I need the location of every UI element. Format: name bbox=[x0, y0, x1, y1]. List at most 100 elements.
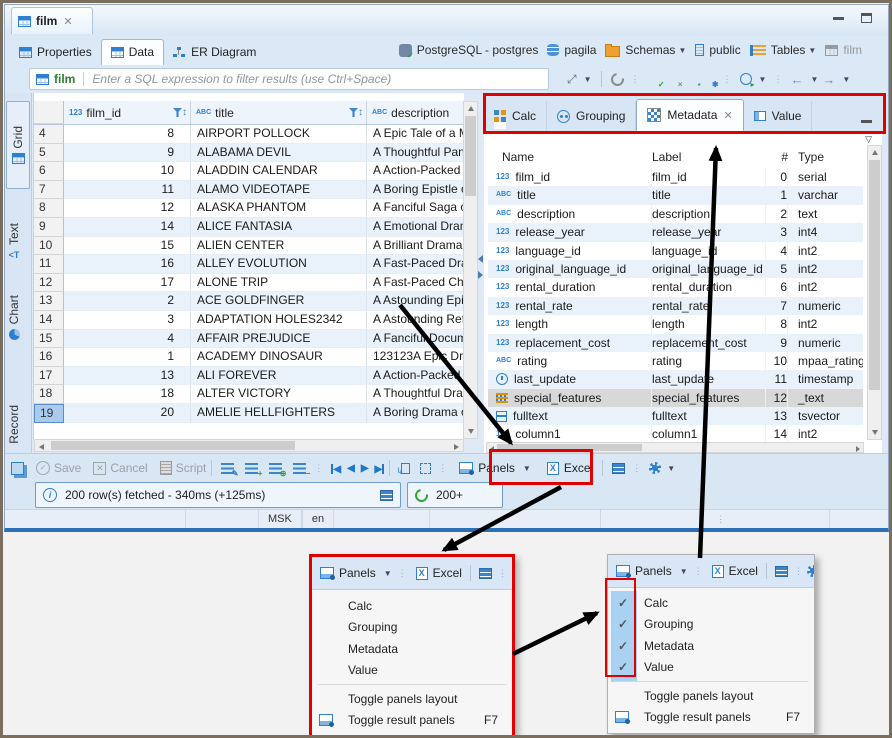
row-number-cell[interactable]: 19 bbox=[34, 404, 64, 423]
description-cell[interactable]: A Fast-Paced Cha bbox=[367, 274, 464, 293]
column-header-film-id[interactable]: 123 film_id ↕ bbox=[64, 101, 191, 124]
row-number-cell[interactable]: 6 bbox=[34, 162, 64, 181]
type-cell[interactable]: int2 bbox=[788, 278, 863, 296]
row-number-cell[interactable]: 9 bbox=[34, 218, 64, 237]
menu-item-calc[interactable]: Calc bbox=[312, 595, 512, 617]
refresh-icon[interactable] bbox=[608, 70, 626, 88]
row-number-cell[interactable]: 4 bbox=[34, 125, 64, 144]
description-cell[interactable]: A Fast-Paced Dram bbox=[367, 255, 464, 274]
column-header-type[interactable]: Type bbox=[788, 150, 863, 168]
settings-gear-icon[interactable] bbox=[649, 462, 661, 474]
minimize-panel-icon[interactable] bbox=[861, 120, 872, 123]
menu-item-metadata[interactable]: Metadata bbox=[312, 638, 512, 660]
name-cell[interactable]: 123rental_rate bbox=[488, 297, 652, 315]
metadata-row[interactable]: 123release_yearrelease_year3int4 bbox=[488, 223, 863, 241]
label-cell[interactable]: fulltext bbox=[652, 407, 766, 425]
scroll-left-icon[interactable] bbox=[490, 446, 494, 452]
type-cell[interactable]: numeric bbox=[788, 334, 863, 352]
panel-menu-chevron-icon[interactable]: ▽ bbox=[865, 134, 872, 145]
column-header-name[interactable]: Name bbox=[488, 150, 652, 168]
title-cell[interactable]: ALICE FANTASIA bbox=[191, 218, 367, 237]
chevron-down-icon[interactable]: ▼ bbox=[667, 464, 675, 473]
name-cell[interactable]: fulltext bbox=[488, 407, 652, 425]
fetch-all-rows-icon[interactable] bbox=[420, 463, 431, 474]
close-panel-icon[interactable]: ✕ bbox=[723, 109, 732, 122]
ordinal-cell[interactable]: 1 bbox=[766, 186, 788, 204]
tab-er-diagram[interactable]: ER Diagram bbox=[164, 40, 265, 65]
menu-item-toggle-result-panels[interactable]: Toggle result panelsF7 bbox=[312, 710, 512, 732]
filter-sort-icon[interactable]: ↕ bbox=[349, 107, 363, 118]
column-header-num[interactable]: # bbox=[766, 150, 788, 168]
title-cell[interactable]: ALONE TRIP bbox=[191, 274, 367, 293]
label-cell[interactable]: release_year bbox=[652, 223, 766, 241]
menu-item-grouping[interactable]: ✓Grouping bbox=[608, 614, 814, 636]
description-cell[interactable]: A Astounding Ref bbox=[367, 311, 464, 330]
save-button[interactable]: ✓Save bbox=[36, 461, 81, 475]
remove-filter-icon[interactable]: × bbox=[666, 73, 680, 86]
chevron-down-icon[interactable]: ▼ bbox=[810, 75, 818, 84]
metadata-row[interactable]: 123language_idlanguage_id4int2 bbox=[488, 242, 863, 260]
scrollbar-thumb[interactable] bbox=[869, 160, 880, 390]
close-tab-icon[interactable]: ✕ bbox=[63, 15, 72, 28]
breadcrumb-schemas[interactable]: Schemas▼ bbox=[605, 43, 686, 57]
metadata-row[interactable]: 123film_idfilm_id0serial bbox=[488, 168, 863, 186]
label-cell[interactable]: rating bbox=[652, 352, 766, 370]
ordinal-cell[interactable]: 10 bbox=[766, 352, 788, 370]
table-row[interactable]: 1116ALLEY EVOLUTIONA Fast-Paced Dram bbox=[34, 255, 464, 274]
first-row-icon[interactable]: ◀ bbox=[331, 461, 341, 475]
metadata-vertical-scrollbar[interactable] bbox=[867, 145, 882, 440]
description-cell[interactable]: A Emotional Dram bbox=[367, 218, 464, 237]
ordinal-cell[interactable]: 7 bbox=[766, 297, 788, 315]
scroll-up-icon[interactable] bbox=[872, 150, 878, 155]
metadata-row[interactable]: 123original_language_idoriginal_language… bbox=[488, 260, 863, 278]
type-cell[interactable]: int2 bbox=[788, 315, 863, 333]
label-cell[interactable]: replacement_cost bbox=[652, 334, 766, 352]
title-cell[interactable]: ALIEN CENTER bbox=[191, 237, 367, 256]
description-cell[interactable]: A Boring Drama o bbox=[367, 404, 464, 423]
description-cell[interactable]: A Thoughtful Dram bbox=[367, 385, 464, 404]
type-cell[interactable]: int4 bbox=[788, 223, 863, 241]
chevron-down-icon[interactable]: ▼ bbox=[584, 75, 592, 84]
ordinal-cell[interactable]: 5 bbox=[766, 260, 788, 278]
grid-vertical-scrollbar[interactable] bbox=[463, 101, 478, 439]
name-cell[interactable]: 123rental_duration bbox=[488, 278, 652, 296]
table-row[interactable]: 59ALABAMA DEVILA Thoughtful Pan bbox=[34, 144, 464, 163]
table-row[interactable]: 48AIRPORT POLLOCKA Epic Tale of a M bbox=[34, 125, 464, 144]
menu-item-calc[interactable]: ✓Calc bbox=[608, 592, 814, 614]
language-cell[interactable]: en bbox=[302, 510, 334, 528]
side-tab-record[interactable]: Record bbox=[7, 405, 21, 444]
report-grid-icon[interactable] bbox=[479, 568, 492, 579]
chevron-down-icon[interactable]: ▼ bbox=[678, 46, 686, 55]
table-row[interactable]: 132ACE GOLDFINGERA Astounding Epis bbox=[34, 292, 464, 311]
ordinal-cell[interactable]: 2 bbox=[766, 205, 788, 223]
description-cell[interactable]: A Epic Tale of a M bbox=[367, 125, 464, 144]
scroll-down-icon[interactable] bbox=[872, 430, 878, 435]
film-id-cell[interactable]: 4 bbox=[64, 330, 191, 349]
film-id-cell[interactable]: 12 bbox=[64, 199, 191, 218]
film-id-cell[interactable]: 2 bbox=[64, 292, 191, 311]
row-number-cell[interactable]: 11 bbox=[34, 255, 64, 274]
film-id-cell[interactable]: 1 bbox=[64, 348, 191, 367]
ordinal-cell[interactable]: 13 bbox=[766, 407, 788, 425]
export-excel-button[interactable]: XExcel bbox=[712, 564, 758, 578]
film-id-cell[interactable]: 18 bbox=[64, 385, 191, 404]
toggle-record-mode-icon[interactable] bbox=[11, 462, 24, 475]
row-number-header[interactable] bbox=[34, 101, 64, 124]
panels-button[interactable]: Panels▼ bbox=[320, 566, 392, 580]
description-cell[interactable]: A Action-Packed T bbox=[367, 162, 464, 181]
table-row[interactable]: 1920AMELIE HELLFIGHTERSA Boring Drama o bbox=[34, 404, 464, 423]
tab-data[interactable]: Data bbox=[101, 39, 164, 66]
title-cell[interactable]: ALADDIN CALENDAR bbox=[191, 162, 367, 181]
breadcrumb-schema[interactable]: public bbox=[695, 43, 740, 57]
scrollbar-thumb[interactable] bbox=[465, 116, 476, 196]
table-row[interactable]: 610ALADDIN CALENDARA Action-Packed T bbox=[34, 162, 464, 181]
tab-value[interactable]: Value bbox=[744, 101, 813, 131]
label-cell[interactable]: title bbox=[652, 186, 766, 204]
ordinal-cell[interactable]: 4 bbox=[766, 242, 788, 260]
ordinal-cell[interactable]: 11 bbox=[766, 370, 788, 388]
panel-collapse-left-icon[interactable] bbox=[478, 255, 483, 263]
side-tab-chart[interactable]: Chart bbox=[7, 295, 21, 340]
scroll-left-icon[interactable] bbox=[39, 444, 44, 450]
scrollbar-thumb[interactable] bbox=[51, 441, 295, 450]
description-cell[interactable]: A Boring Epistle o bbox=[367, 181, 464, 200]
